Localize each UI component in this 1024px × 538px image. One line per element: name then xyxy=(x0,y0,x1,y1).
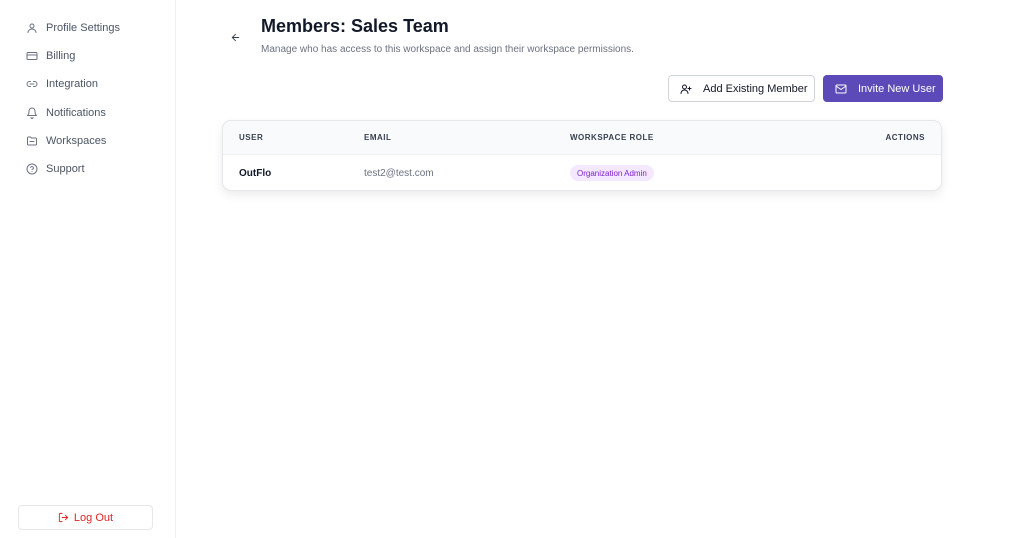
user-icon xyxy=(26,22,38,34)
sidebar-item-label: Integration xyxy=(46,78,98,91)
mail-icon xyxy=(835,83,847,95)
column-header-workspace-role: WORKSPACE ROLE xyxy=(570,133,654,142)
sidebar-item-label: Workspaces xyxy=(46,134,107,147)
sidebar: Profile Settings Billing Integration Not… xyxy=(0,0,176,538)
column-header-actions: ACTIONS xyxy=(885,133,925,142)
role-badge: Organization Admin xyxy=(570,165,654,181)
table-header: USER EMAIL WORKSPACE ROLE ACTIONS xyxy=(223,121,941,155)
column-header-email: EMAIL xyxy=(364,133,392,142)
invite-new-user-button[interactable]: Invite New User xyxy=(823,75,943,102)
sidebar-item-label: Notifications xyxy=(46,106,106,119)
table-row: OutFlo test2@test.com Organization Admin xyxy=(223,155,941,190)
sidebar-nav: Profile Settings Billing Integration Not… xyxy=(0,14,176,183)
logout-button[interactable]: Log Out xyxy=(18,505,153,530)
sidebar-item-support[interactable]: Support xyxy=(0,155,176,183)
arrow-left-icon xyxy=(230,32,241,43)
add-existing-member-label: Add Existing Member xyxy=(703,82,808,95)
page-title: Members: Sales Team xyxy=(261,16,449,36)
sidebar-item-integration[interactable]: Integration xyxy=(0,70,176,98)
link-icon xyxy=(26,78,38,90)
member-email: test2@test.com xyxy=(364,168,434,179)
sidebar-item-notifications[interactable]: Notifications xyxy=(0,99,176,127)
logout-icon xyxy=(58,512,69,523)
page-subtitle: Manage who has access to this workspace … xyxy=(261,44,634,55)
sidebar-item-billing[interactable]: Billing xyxy=(0,42,176,70)
bell-icon xyxy=(26,107,38,119)
sidebar-item-label: Support xyxy=(46,163,85,176)
user-plus-icon xyxy=(680,83,692,95)
logout-label: Log Out xyxy=(73,511,114,524)
credit-card-icon xyxy=(26,50,38,62)
column-header-user: USER xyxy=(239,133,264,142)
members-table: USER EMAIL WORKSPACE ROLE ACTIONS OutFlo… xyxy=(222,120,942,191)
sidebar-item-profile-settings[interactable]: Profile Settings xyxy=(0,14,176,42)
member-name: OutFlo xyxy=(239,168,272,179)
invite-new-user-label: Invite New User xyxy=(858,82,936,95)
sidebar-item-label: Profile Settings xyxy=(46,22,120,35)
help-circle-icon xyxy=(26,163,38,175)
back-button[interactable] xyxy=(228,30,242,44)
add-existing-member-button[interactable]: Add Existing Member xyxy=(668,75,815,102)
folder-icon xyxy=(26,135,38,147)
sidebar-item-workspaces[interactable]: Workspaces xyxy=(0,127,176,155)
sidebar-item-label: Billing xyxy=(46,50,76,63)
